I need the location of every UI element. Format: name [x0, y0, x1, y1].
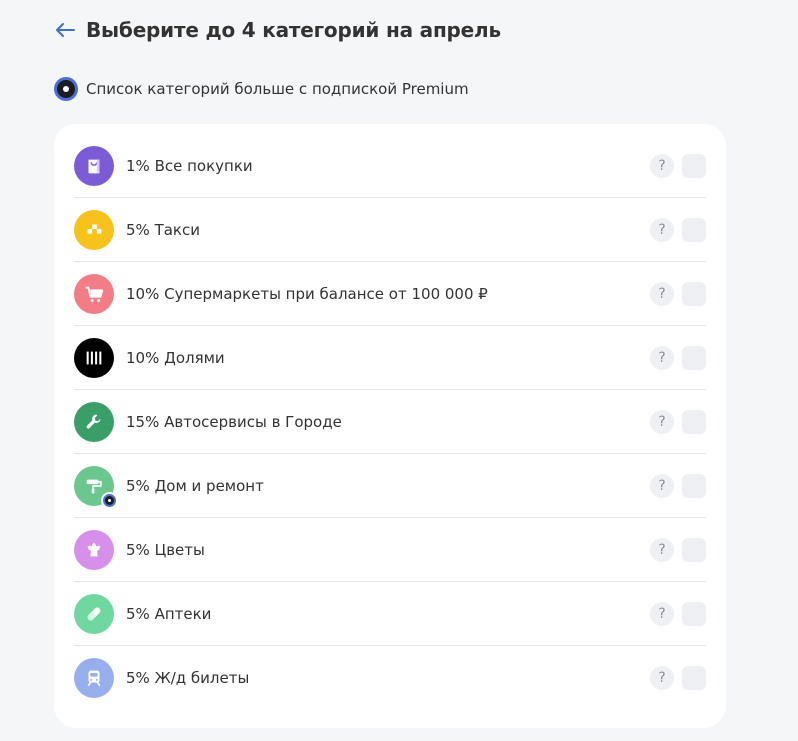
category-label: 5% Аптеки: [126, 604, 212, 623]
shopping-bag-icon: [74, 145, 114, 186]
wrench-icon: [74, 401, 114, 442]
category-checkbox[interactable]: [682, 217, 706, 242]
category-row[interactable]: 5% Такси ?: [74, 198, 706, 262]
category-label: 5% Такси: [126, 220, 200, 239]
category-label: 1% Все покупки: [126, 156, 253, 175]
category-label: 15% Автосервисы в Городе: [126, 412, 342, 431]
premium-note: Список категорий больше с подпиской Prem…: [54, 77, 469, 101]
help-button[interactable]: ?: [650, 345, 674, 370]
help-button[interactable]: ?: [650, 409, 674, 434]
category-label: 10% Супермаркеты при балансе от 100 000 …: [126, 284, 488, 303]
arrow-left-icon: [56, 23, 75, 37]
category-row[interactable]: 1% Все покупки ?: [74, 134, 706, 198]
category-row[interactable]: 10% Супермаркеты при балансе от 100 000 …: [74, 262, 706, 326]
category-checkbox[interactable]: [682, 153, 706, 178]
category-row[interactable]: 5% Цветы ?: [74, 518, 706, 582]
paint-roller-icon: [74, 465, 118, 509]
premium-badge-icon: [54, 77, 78, 101]
category-checkbox[interactable]: [682, 345, 706, 370]
category-row[interactable]: 15% Автосервисы в Городе ?: [74, 390, 706, 454]
category-checkbox[interactable]: [682, 473, 706, 498]
category-row[interactable]: 10% Долями ?: [74, 326, 706, 390]
help-button[interactable]: ?: [650, 473, 674, 498]
category-checkbox[interactable]: [682, 281, 706, 306]
category-list: 1% Все покупки ? 5% Такси ? 10% Супермар…: [54, 124, 726, 728]
cart-icon: [74, 273, 114, 314]
category-label: 5% Ж/д билеты: [126, 669, 250, 687]
page-title: Выберите до 4 категорий на апрель: [86, 18, 501, 42]
help-button[interactable]: ?: [650, 666, 674, 690]
dolyami-bars-icon: [74, 337, 114, 378]
help-button[interactable]: ?: [650, 537, 674, 562]
help-button[interactable]: ?: [650, 153, 674, 178]
flower-icon: [74, 529, 114, 570]
category-row[interactable]: 5% Ж/д билеты ?: [74, 646, 706, 710]
premium-note-text: Список категорий больше с подпиской Prem…: [86, 80, 469, 98]
train-icon: [74, 658, 114, 698]
help-button[interactable]: ?: [650, 281, 674, 306]
category-checkbox[interactable]: [682, 666, 706, 690]
category-checkbox[interactable]: [682, 409, 706, 434]
pill-icon: [74, 593, 114, 634]
help-button[interactable]: ?: [650, 601, 674, 626]
category-label: 10% Долями: [126, 348, 225, 367]
category-row[interactable]: 5% Аптеки ?: [74, 582, 706, 646]
category-label: 5% Дом и ремонт: [126, 476, 264, 495]
back-button[interactable]: [54, 19, 76, 41]
category-row[interactable]: 5% Дом и ремонт ?: [74, 454, 706, 518]
category-label: 5% Цветы: [126, 540, 205, 559]
page-header: Выберите до 4 категорий на апрель: [54, 14, 501, 46]
help-button[interactable]: ?: [650, 217, 674, 242]
category-checkbox[interactable]: [682, 537, 706, 562]
premium-badge-icon: [101, 491, 118, 509]
category-checkbox[interactable]: [682, 601, 706, 626]
taxi-checker-icon: [74, 209, 114, 250]
